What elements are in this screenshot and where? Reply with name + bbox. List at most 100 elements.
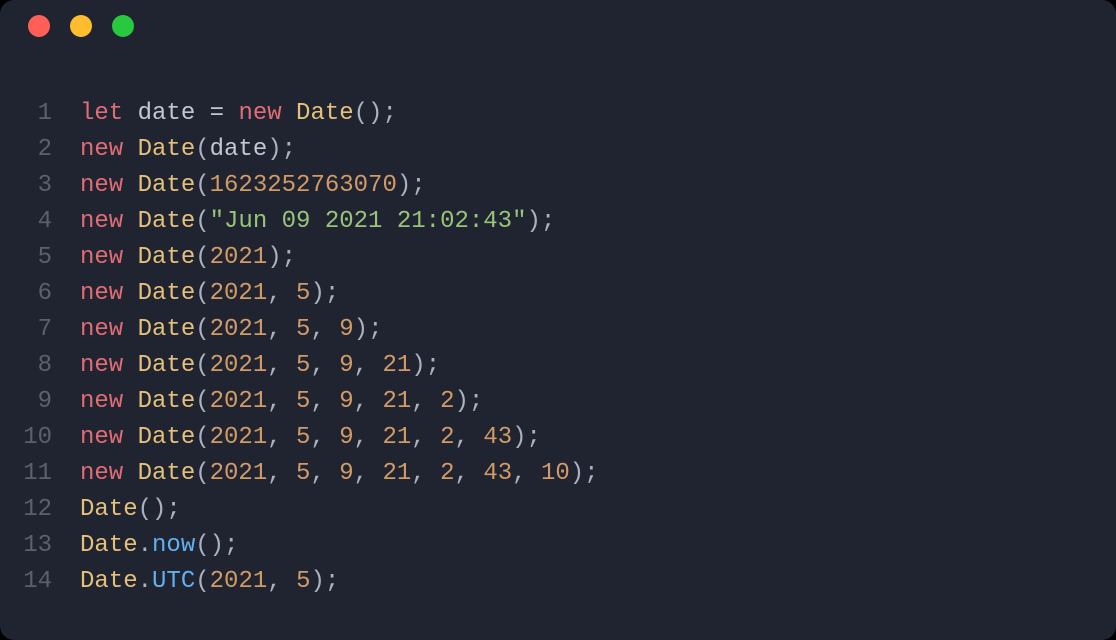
token-punc: ); [570,460,599,487]
code-editor[interactable]: 1let date = new Date();2new Date(date);3… [0,36,1116,620]
code-line[interactable]: 11new Date(2021, 5, 9, 21, 2, 43, 10); [0,456,1116,492]
token-cls: Date [138,460,196,487]
line-number: 8 [0,348,80,384]
token-punc: , [354,460,383,487]
token-kw: new [80,172,138,199]
token-kw: new [80,388,138,415]
token-punc: , [310,460,339,487]
token-punc: , [310,424,339,451]
code-line[interactable]: 1let date = new Date(); [0,96,1116,132]
code-line[interactable]: 2new Date(date); [0,132,1116,168]
token-punc: ( [195,136,209,163]
minimize-icon[interactable] [70,15,92,37]
titlebar [0,0,1116,52]
code-line[interactable]: 12Date(); [0,492,1116,528]
code-line[interactable]: 6new Date(2021, 5); [0,276,1116,312]
token-num: 2021 [210,568,268,595]
token-kw: let [80,100,138,127]
token-num: 21 [382,352,411,379]
code-content: new Date(2021, 5, 9, 21, 2, 43, 10); [80,456,599,492]
code-content: Date(); [80,492,181,528]
code-line[interactable]: 4new Date("Jun 09 2021 21:02:43"); [0,204,1116,240]
token-punc: ); [455,388,484,415]
token-punc: , [267,568,296,595]
token-punc: ); [526,208,555,235]
code-content: new Date(date); [80,132,296,168]
token-punc: , [354,352,383,379]
code-line[interactable]: 14Date.UTC(2021, 5); [0,564,1116,600]
token-punc: , [267,280,296,307]
token-num: 21 [382,460,411,487]
token-punc: , [411,424,440,451]
token-num: 43 [483,460,512,487]
code-content: new Date(2021, 5, 9, 21, 2); [80,384,483,420]
token-punc: , [411,460,440,487]
line-number: 7 [0,312,80,348]
token-punc: , [267,352,296,379]
token-punc: (); [138,496,181,523]
close-icon[interactable] [28,15,50,37]
code-content: new Date("Jun 09 2021 21:02:43"); [80,204,555,240]
code-line[interactable]: 10new Date(2021, 5, 9, 21, 2, 43); [0,420,1116,456]
token-num: 9 [339,460,353,487]
token-kw: new [80,316,138,343]
line-number: 13 [0,528,80,564]
code-line[interactable]: 8new Date(2021, 5, 9, 21); [0,348,1116,384]
token-kw: new [80,244,138,271]
token-num: 2 [440,424,454,451]
code-line[interactable]: 5new Date(2021); [0,240,1116,276]
token-punc: (); [195,532,238,559]
token-num: 5 [296,424,310,451]
token-num: 2021 [210,388,268,415]
editor-window: 1let date = new Date();2new Date(date);3… [0,0,1116,640]
code-content: Date.UTC(2021, 5); [80,564,339,600]
token-kw: new [80,460,138,487]
token-num: 21 [382,388,411,415]
token-num: 43 [483,424,512,451]
token-punc: , [354,424,383,451]
token-punc: ( [195,388,209,415]
token-num: 9 [339,424,353,451]
code-content: new Date(2021, 5, 9, 21); [80,348,440,384]
token-cls: Date [138,136,196,163]
token-num: 2021 [210,280,268,307]
token-ident: date [138,100,210,127]
token-punc: ( [195,208,209,235]
token-cls: Date [138,208,196,235]
token-punc: ( [195,460,209,487]
token-op: = [210,100,239,127]
token-punc: ( [195,352,209,379]
code-line[interactable]: 3new Date(1623252763070); [0,168,1116,204]
token-punc: ); [267,244,296,271]
token-num: 2021 [210,244,268,271]
line-number: 11 [0,456,80,492]
token-punc: ( [195,568,209,595]
token-punc: ); [310,280,339,307]
token-punc: ( [195,280,209,307]
token-num: 5 [296,568,310,595]
line-number: 3 [0,168,80,204]
token-cls: Date [296,100,354,127]
line-number: 9 [0,384,80,420]
code-line[interactable]: 7new Date(2021, 5, 9); [0,312,1116,348]
token-num: 2021 [210,424,268,451]
code-content: new Date(2021, 5); [80,276,339,312]
line-number: 1 [0,96,80,132]
token-punc: , [455,424,484,451]
zoom-icon[interactable] [112,15,134,37]
token-num: 9 [339,388,353,415]
token-punc: ); [267,136,296,163]
code-line[interactable]: 9new Date(2021, 5, 9, 21, 2); [0,384,1116,420]
token-cls: Date [138,244,196,271]
code-line[interactable]: 13Date.now(); [0,528,1116,564]
token-punc: , [267,460,296,487]
token-punc: . [138,532,152,559]
token-punc: ); [512,424,541,451]
token-punc: , [411,388,440,415]
line-number: 2 [0,132,80,168]
token-punc: ( [195,424,209,451]
code-content: new Date(1623252763070); [80,168,426,204]
code-content: let date = new Date(); [80,96,397,132]
token-punc: ( [195,316,209,343]
code-content: new Date(2021); [80,240,296,276]
